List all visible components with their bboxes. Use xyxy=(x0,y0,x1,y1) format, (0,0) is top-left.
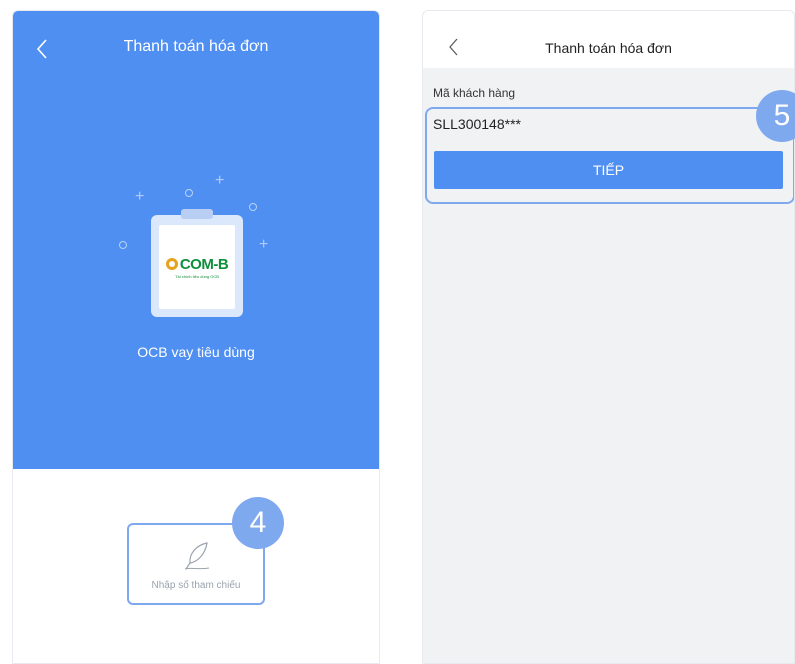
next-button[interactable]: TIẾP xyxy=(434,151,783,189)
reference-label: Nhập số tham chiếu xyxy=(151,580,241,591)
logo-subtitle: Tài chính tiêu dùng OCB xyxy=(175,273,219,279)
circle-sparkle-icon xyxy=(119,241,127,249)
clipboard-illustration: COM-B Tài chính tiêu dùng OCB xyxy=(151,209,243,317)
step-badge-4: 4 xyxy=(232,497,284,549)
provider-logo: COM-B Tài chính tiêu dùng OCB xyxy=(159,225,235,309)
comb-logo-icon xyxy=(165,258,178,270)
circle-sparkle-icon xyxy=(185,189,193,197)
service-name: OCB vay tiêu dùng xyxy=(137,344,255,360)
page-title: Thanh toán hóa đơn xyxy=(545,40,672,56)
top-bar: Thanh toán hóa đơn xyxy=(423,11,794,68)
page-title: Thanh toán hóa đơn xyxy=(123,38,269,55)
customer-code-input[interactable] xyxy=(433,112,773,136)
plus-sparkle-icon: + xyxy=(259,236,269,253)
screens-stage: Thanh toán hóa đơn + + + COM-B Tài chính… xyxy=(0,0,795,664)
customer-code-label: Mã khách hàng xyxy=(433,86,516,100)
clipboard-clip xyxy=(181,209,213,219)
plus-sparkle-icon: + xyxy=(215,172,225,189)
circle-sparkle-icon xyxy=(249,203,257,211)
feather-icon xyxy=(184,542,210,570)
right-phone-screen: Thanh toán hóa đơn Mã khách hàng TIẾP xyxy=(422,10,795,664)
left-phone-screen: Thanh toán hóa đơn + + + COM-B Tài chính… xyxy=(12,10,380,664)
service-header: Thanh toán hóa đơn + + + COM-B Tài chính… xyxy=(13,11,379,469)
plus-sparkle-icon: + xyxy=(135,188,145,205)
logo-text: COM-B xyxy=(179,255,229,273)
